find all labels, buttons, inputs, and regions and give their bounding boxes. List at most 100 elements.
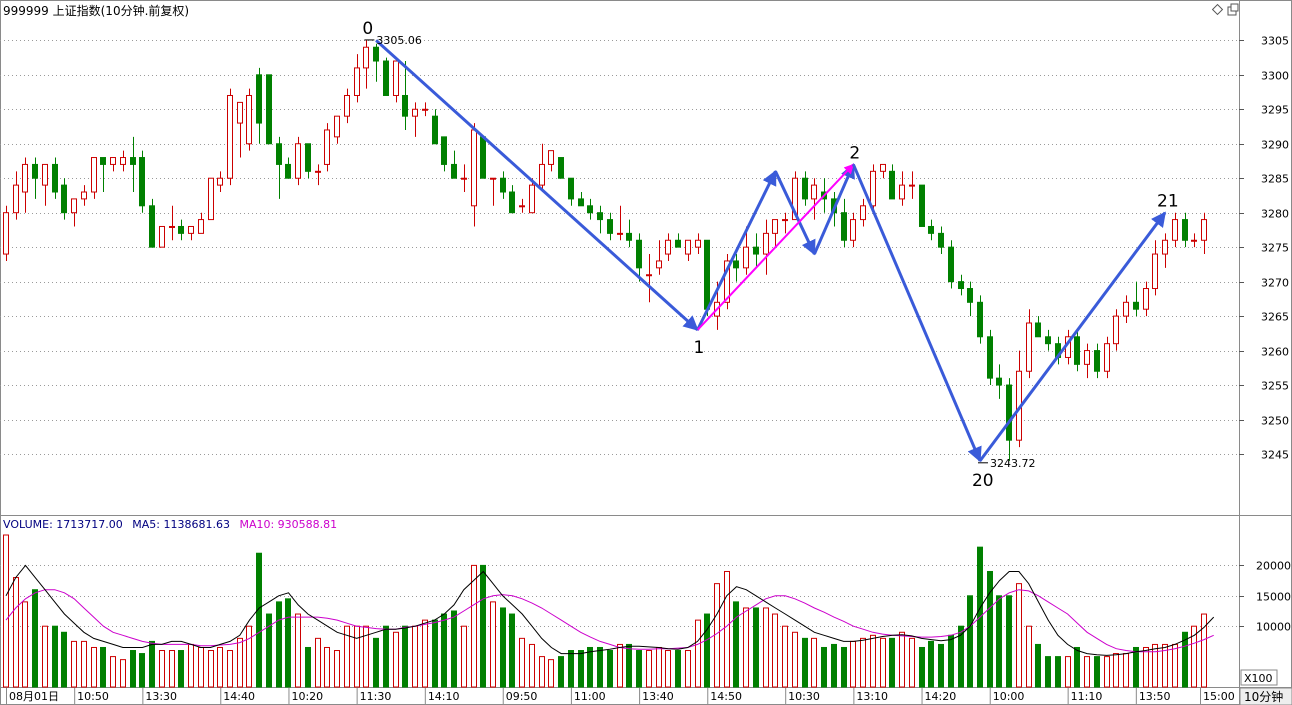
price-tick-label: 3295 bbox=[1261, 104, 1289, 117]
volume-bar bbox=[208, 650, 214, 688]
wave-label: 20 bbox=[972, 471, 994, 491]
time-label: 11:00 bbox=[574, 690, 606, 703]
price-tick-label: 3260 bbox=[1261, 346, 1289, 359]
volume-bar bbox=[81, 640, 87, 688]
volume-bar bbox=[626, 643, 632, 688]
volume-bar bbox=[948, 634, 954, 688]
chart-title: 999999 上证指数(10分钟.前复权) bbox=[3, 3, 189, 18]
volume-bar bbox=[373, 637, 379, 688]
volume-bar bbox=[159, 650, 165, 688]
price-tick-label: 3270 bbox=[1261, 277, 1289, 290]
price-marker-label: 3243.72 bbox=[990, 457, 1036, 470]
volume-bar bbox=[587, 646, 593, 688]
volume-bar bbox=[733, 601, 739, 688]
volume-bar bbox=[889, 637, 895, 688]
volume-bar bbox=[188, 643, 194, 688]
volume-bar bbox=[91, 646, 97, 688]
volume-bar bbox=[393, 631, 399, 688]
volume-bar bbox=[71, 640, 77, 688]
ma10-label: MA10: 930588.81 bbox=[239, 518, 337, 531]
volume-bar bbox=[695, 619, 701, 688]
svg-text:VOLUME: 1713717.00 MA5: 11: VOLUME: 1713717.00 MA5: 1138681.63 MA10:… bbox=[3, 518, 337, 531]
candle bbox=[208, 177, 214, 221]
volume-unit: X100 bbox=[1244, 672, 1273, 685]
candle bbox=[139, 150, 145, 213]
volume-bar bbox=[52, 625, 58, 688]
time-label: 14:40 bbox=[223, 690, 255, 703]
volume-tick-label: 20000 bbox=[1256, 560, 1291, 573]
volume-bar bbox=[227, 650, 233, 688]
volume-bar bbox=[919, 646, 925, 688]
candle bbox=[919, 184, 925, 227]
volume-bar bbox=[597, 646, 603, 688]
volume-bar bbox=[354, 625, 360, 688]
volume-tick-label: 10000 bbox=[1256, 621, 1291, 634]
volume-bar bbox=[1113, 653, 1119, 688]
volume-label: VOLUME: 1713717.00 bbox=[3, 518, 123, 531]
volume-bar bbox=[383, 625, 389, 688]
volume-bar bbox=[149, 640, 155, 688]
time-label: 10:50 bbox=[77, 690, 109, 703]
time-label: 08月01日 bbox=[9, 690, 59, 703]
candle bbox=[3, 205, 9, 261]
price-marker-label: 3305.06 bbox=[376, 34, 422, 47]
candle bbox=[480, 136, 486, 179]
volume-bar bbox=[490, 601, 496, 688]
volume-bar bbox=[821, 646, 827, 688]
time-label: 11:30 bbox=[360, 690, 392, 703]
volume-bar bbox=[120, 659, 126, 688]
volume-bar bbox=[22, 601, 28, 688]
volume-bar bbox=[169, 650, 175, 688]
volume-bar bbox=[987, 570, 993, 688]
candle bbox=[977, 295, 983, 344]
volume-bar bbox=[811, 637, 817, 688]
volume-bar bbox=[441, 613, 447, 688]
volume-bar bbox=[1104, 656, 1110, 688]
volume-bar bbox=[305, 646, 311, 688]
volume-bar bbox=[1016, 583, 1022, 688]
volume-bar bbox=[831, 643, 837, 688]
volume-bar bbox=[938, 643, 944, 688]
volume-bar bbox=[529, 643, 535, 688]
volume-bar bbox=[432, 619, 438, 688]
price-tick-label: 3255 bbox=[1261, 380, 1289, 393]
period-button-label: 10分钟 bbox=[1244, 689, 1283, 704]
volume-bar bbox=[607, 650, 613, 688]
volume-bar bbox=[13, 577, 19, 688]
volume-bar bbox=[870, 634, 876, 688]
volume-bar bbox=[100, 646, 106, 688]
volume-bar bbox=[1026, 625, 1032, 688]
volume-bar bbox=[1045, 656, 1051, 688]
volume-bar bbox=[763, 607, 769, 688]
volume-bar bbox=[178, 650, 184, 688]
volume-bar bbox=[841, 646, 847, 688]
price-tick-label: 3275 bbox=[1261, 242, 1289, 255]
volume-bar bbox=[996, 595, 1002, 688]
ma5-label: MA5: 1138681.63 bbox=[132, 518, 230, 531]
time-label: 10:00 bbox=[993, 690, 1025, 703]
volume-bar bbox=[402, 625, 408, 688]
volume-bar bbox=[1074, 646, 1080, 688]
volume-bar bbox=[568, 650, 574, 688]
time-label: 11:10 bbox=[1071, 690, 1103, 703]
price-tick-label: 3245 bbox=[1261, 449, 1289, 462]
time-label: 10:30 bbox=[788, 690, 820, 703]
candle bbox=[558, 157, 564, 179]
volume-bar bbox=[412, 625, 418, 688]
volume-bar bbox=[1065, 656, 1071, 688]
volume-bar bbox=[500, 607, 506, 688]
time-label: 13:10 bbox=[856, 690, 888, 703]
volume-bar bbox=[217, 646, 223, 688]
volume-bar bbox=[139, 653, 145, 688]
volume-bar bbox=[61, 631, 67, 688]
volume-bar bbox=[246, 625, 252, 688]
wave-label: 1 bbox=[694, 338, 705, 358]
volume-bar bbox=[32, 589, 38, 688]
volume-bar bbox=[1133, 646, 1139, 688]
candle bbox=[948, 240, 954, 289]
price-tick-label: 3285 bbox=[1261, 173, 1289, 186]
volume-bar bbox=[1123, 653, 1129, 688]
volume-bar bbox=[42, 625, 48, 688]
time-label: 10:20 bbox=[291, 690, 323, 703]
volume-bar bbox=[909, 637, 915, 688]
